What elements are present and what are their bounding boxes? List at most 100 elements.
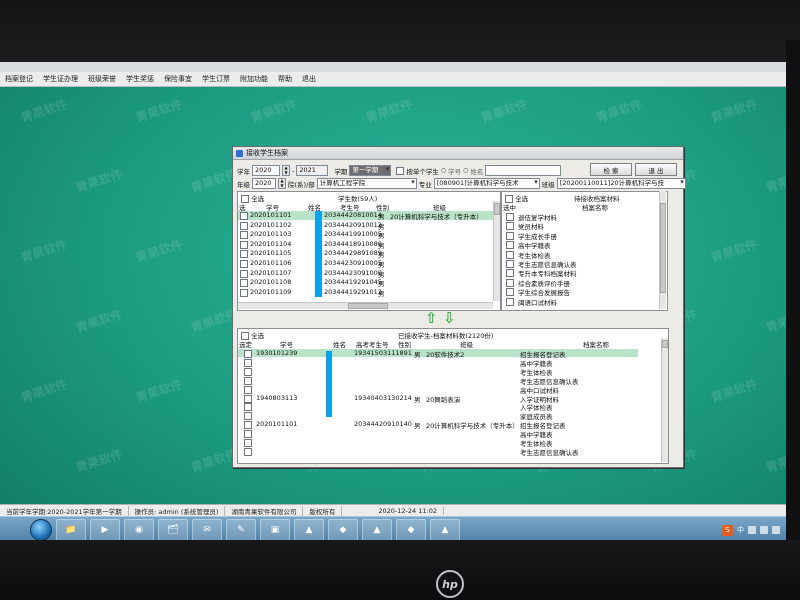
- students-cell-kaosheng[interactable]: 20344420910012: [324, 221, 382, 229]
- received-cell-xingbie[interactable]: 男: [414, 394, 421, 404]
- received-row-checkbox[interactable]: [244, 412, 252, 421]
- yuanxi-select[interactable]: 计算机工程学院: [316, 178, 417, 189]
- material-checkbox[interactable]: [506, 222, 514, 231]
- menu-item-0[interactable]: 档案登记: [0, 74, 38, 84]
- materials-vscrollbar[interactable]: [659, 191, 666, 309]
- students-row-checkbox[interactable]: [240, 288, 248, 297]
- received-cell-kaosheng[interactable]: 19340403130214: [354, 394, 412, 402]
- ime-mode[interactable]: 中: [737, 525, 744, 535]
- students-cell-kaosheng[interactable]: 20344419291045: [324, 278, 382, 286]
- students-cell-xuehao[interactable]: 2020101102: [250, 221, 291, 229]
- tray-icon-c[interactable]: [772, 526, 780, 534]
- students-cell-kaosheng[interactable]: 20344420810014: [324, 211, 382, 219]
- ime-sogou-icon[interactable]: S: [722, 524, 733, 536]
- received-cell-dangan[interactable]: 考生志愿信息确认表: [520, 447, 579, 457]
- students-row-checkbox[interactable]: [240, 231, 248, 240]
- students-cell-xuehao[interactable]: 2020101104: [250, 240, 291, 248]
- students-cell-xuehao[interactable]: 2020101107: [250, 269, 291, 277]
- received-cell-kaosheng[interactable]: 20344420910140: [354, 420, 412, 428]
- received-cell-xingbie[interactable]: 男: [414, 349, 421, 359]
- students-row-checkbox[interactable]: [240, 221, 248, 230]
- start-button-icon[interactable]: [30, 519, 52, 541]
- material-checkbox[interactable]: [506, 241, 514, 250]
- banji-select[interactable]: [20200110011]20计算机科学与技: [556, 178, 686, 189]
- taskbar-app-icon-11[interactable]: ▲: [430, 519, 460, 541]
- received-row-checkbox[interactable]: [244, 421, 252, 430]
- single-student-input[interactable]: [485, 165, 562, 176]
- received-row-checkbox[interactable]: [244, 439, 252, 447]
- taskbar-app-icon-5[interactable]: ✎: [226, 519, 256, 541]
- students-cell-xingbie[interactable]: 男: [378, 269, 385, 279]
- students-cell-xuehao[interactable]: 2020101106: [250, 259, 291, 267]
- menu-item-5[interactable]: 学生订票: [197, 74, 235, 84]
- received-cell-banji[interactable]: 20舞蹈表演: [426, 394, 460, 404]
- students-cell-xingbie[interactable]: 男: [378, 288, 385, 298]
- students-cell-xingbie[interactable]: 男: [378, 211, 385, 221]
- menu-item-1[interactable]: 学生证办理: [38, 74, 83, 84]
- year-from-spinner[interactable]: ▲ ▼: [282, 165, 290, 176]
- students-row-checkbox[interactable]: [240, 260, 248, 268]
- students-row-checkbox[interactable]: [240, 269, 248, 278]
- taskbar-app-icon-10[interactable]: ◆: [396, 519, 426, 541]
- material-checkbox[interactable]: [506, 297, 514, 306]
- students-cell-kaosheng[interactable]: 20344429891089: [324, 249, 382, 257]
- received-cell-banji[interactable]: 20计算机科学与技术（专升本）: [426, 420, 519, 430]
- arrow-down-icon[interactable]: ⇩: [443, 311, 456, 326]
- students-vscrollbar[interactable]: [493, 201, 500, 301]
- students-cell-kaosheng[interactable]: 20344423091000: [324, 269, 382, 277]
- students-cell-xuehao[interactable]: 2020101109: [250, 288, 291, 296]
- menu-item-4[interactable]: 保险事宜: [159, 74, 197, 84]
- material-checkbox[interactable]: [506, 278, 514, 287]
- menu-item-6[interactable]: 附加功能: [235, 74, 273, 84]
- nianji-spinner[interactable]: ▲ ▼: [278, 178, 286, 189]
- received-row-checkbox[interactable]: [244, 350, 252, 358]
- received-cell-banji[interactable]: 20软件技术2: [426, 349, 464, 359]
- menu-item-3[interactable]: 学生奖惩: [121, 74, 159, 84]
- received-row-checkbox[interactable]: [244, 376, 252, 385]
- taskbar-app-icon-8[interactable]: ◆: [328, 519, 358, 541]
- students-cell-kaosheng[interactable]: 20344419910005: [324, 230, 382, 238]
- material-checkbox[interactable]: [506, 213, 514, 221]
- material-checkbox[interactable]: [506, 269, 514, 278]
- arrow-up-icon[interactable]: ⇧: [425, 311, 438, 326]
- taskbar-app-icon-3[interactable]: 🗂: [158, 519, 188, 541]
- received-row-checkbox[interactable]: [244, 430, 252, 439]
- students-cell-xingbie[interactable]: 男: [378, 249, 385, 259]
- received-row-checkbox[interactable]: [244, 385, 252, 394]
- students-cell-xuehao[interactable]: 2020101108: [250, 278, 291, 286]
- students-row-checkbox[interactable]: [240, 240, 248, 249]
- taskbar-app-icon-1[interactable]: ▶: [90, 519, 120, 541]
- close-button[interactable]: 退 出: [635, 163, 677, 176]
- year-from-input[interactable]: 2020: [252, 165, 280, 176]
- tray-icon-b[interactable]: [760, 526, 768, 534]
- menu-item-7[interactable]: 帮助: [273, 74, 297, 84]
- tray-icon-a[interactable]: [748, 526, 756, 534]
- zhuanye-select[interactable]: [080901]计算机科学与技术: [433, 178, 540, 189]
- students-hscrollbar[interactable]: [238, 302, 493, 309]
- taskbar-app-icon-6[interactable]: ▣: [260, 519, 290, 541]
- received-vscrollbar[interactable]: [661, 338, 668, 462]
- material-checkbox[interactable]: [506, 250, 514, 259]
- received-cell-kaosheng[interactable]: 19341503111891: [354, 349, 412, 357]
- nianji-input[interactable]: 2020: [252, 178, 276, 189]
- received-row-checkbox[interactable]: [244, 394, 252, 403]
- received-cell-xuehao[interactable]: 1940803113: [256, 394, 297, 402]
- students-cell-banji[interactable]: 20计算机科学与技术（专升本）: [390, 211, 483, 221]
- students-cell-kaosheng[interactable]: 20344418910080: [324, 240, 382, 248]
- received-row-checkbox[interactable]: [244, 358, 252, 367]
- single-student-checkbox[interactable]: [396, 166, 405, 175]
- students-cell-xuehao[interactable]: 2020101101: [250, 211, 291, 219]
- menu-item-8[interactable]: 退出: [297, 74, 321, 84]
- search-button[interactable]: 检 索: [590, 163, 632, 176]
- students-cell-xuehao[interactable]: 2020101105: [250, 249, 291, 257]
- xueqi-select[interactable]: 第一学期: [349, 165, 392, 176]
- students-cell-xingbie[interactable]: 男: [378, 259, 385, 269]
- material-checkbox[interactable]: [506, 260, 514, 268]
- material-checkbox[interactable]: [506, 231, 514, 240]
- students-cell-xingbie[interactable]: 男: [378, 278, 385, 288]
- received-cell-xuehao[interactable]: 2020101101: [256, 420, 297, 428]
- received-row-checkbox[interactable]: [244, 447, 252, 456]
- students-cell-xuehao[interactable]: 2020101103: [250, 230, 291, 238]
- students-cell-xingbie[interactable]: 男: [378, 240, 385, 250]
- students-row-checkbox[interactable]: [240, 250, 248, 259]
